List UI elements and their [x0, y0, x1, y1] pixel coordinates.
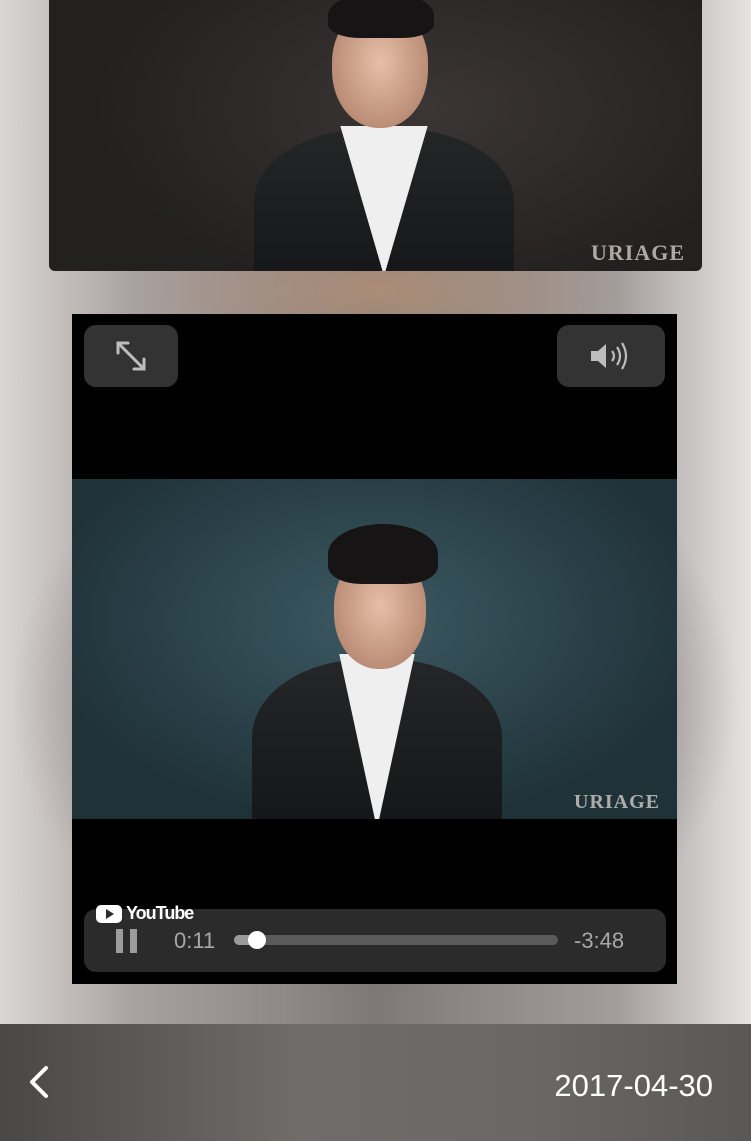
video-person [242, 524, 512, 819]
youtube-logo[interactable]: YouTube [96, 903, 194, 924]
photo-date: 2017-04-30 [554, 1068, 713, 1103]
bottom-bar: 2017-04-30 [0, 1024, 751, 1141]
youtube-play-icon [96, 904, 122, 923]
speaker-icon [591, 342, 628, 370]
video-frame[interactable]: URIAGE [72, 479, 677, 819]
progress-slider[interactable] [234, 931, 558, 949]
chevron-left-icon [30, 1066, 48, 1098]
volume-button[interactable] [557, 325, 665, 387]
expand-arrows-icon [116, 341, 146, 371]
progress-thumb[interactable] [247, 931, 266, 949]
top-photo-person [244, 0, 524, 271]
pause-button[interactable] [116, 929, 138, 953]
video-player[interactable]: URIAGE YouTube 0:11 -3:48 [72, 314, 677, 984]
top-photo[interactable]: URIAGE [49, 0, 702, 271]
video-watermark: URIAGE [574, 791, 661, 813]
pause-icon [116, 929, 123, 953]
remaining-time: -3:48 [574, 928, 625, 953]
youtube-label: YouTube [126, 903, 194, 923]
back-button[interactable] [22, 1060, 58, 1100]
elapsed-time: 0:11 [174, 928, 216, 953]
playback-controls: YouTube 0:11 -3:48 [84, 903, 666, 972]
top-photo-watermark: URIAGE [591, 240, 686, 265]
fullscreen-button[interactable] [84, 325, 178, 387]
